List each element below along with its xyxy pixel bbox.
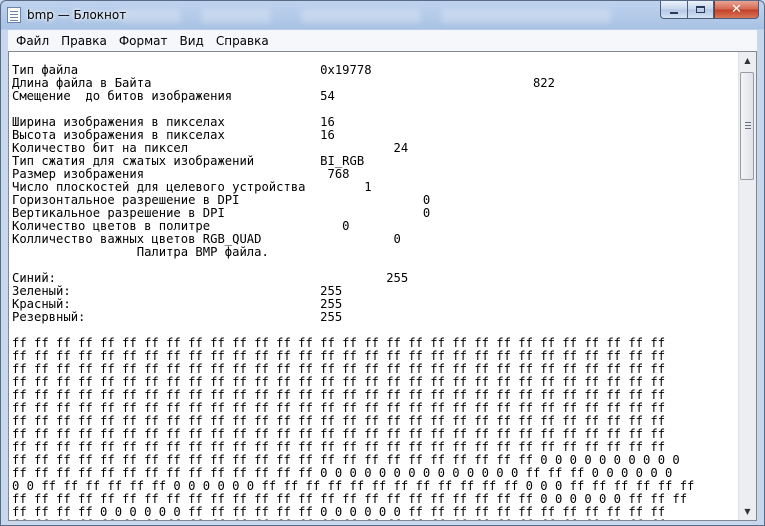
text-editor[interactable]: Тип файла 0x19778 Длина файла в Байта 822… [8, 51, 757, 521]
notepad-window: bmp — Блокнот ✕ Файл Правка Формат Вид С… [0, 0, 765, 526]
menu-format[interactable]: Формат [113, 34, 174, 48]
window-title: bmp — Блокнот [27, 8, 127, 22]
background-blur [301, 9, 421, 23]
close-button[interactable]: ✕ [714, 1, 759, 19]
caption-buttons: ✕ [660, 1, 759, 20]
menu-file[interactable]: Файл [8, 34, 55, 48]
scroll-down-button[interactable]: ▼ [739, 503, 756, 520]
menu-edit[interactable]: Правка [55, 34, 113, 48]
scroll-thumb[interactable] [740, 72, 754, 180]
maximize-button[interactable] [687, 1, 714, 19]
minimize-icon [670, 11, 678, 14]
document-text[interactable]: Тип файла 0x19778 Длина файла в Байта 822… [12, 64, 736, 520]
close-icon: ✕ [731, 2, 742, 17]
text-line: Палитра BMP файла. [12, 245, 269, 259]
menu-view[interactable]: Вид [174, 34, 210, 48]
text-line: ff ff ff ff ff ff ff ff ff ff ff ff ff f… [12, 519, 736, 521]
background-blur [121, 9, 181, 23]
vertical-scrollbar[interactable]: ▲ ▼ [738, 52, 756, 520]
text-line: Резервный: 255 [12, 310, 343, 324]
background-blur [441, 9, 611, 23]
menu-bar: Файл Правка Формат Вид Справка [8, 30, 757, 52]
grip-icon [745, 122, 751, 123]
notepad-app-icon[interactable] [7, 7, 21, 23]
scroll-up-button[interactable]: ▲ [739, 52, 756, 69]
menu-help[interactable]: Справка [210, 34, 275, 48]
title-bar[interactable]: bmp — Блокнот ✕ [1, 1, 764, 30]
minimize-button[interactable] [660, 1, 687, 19]
arrow-up-icon: ▲ [744, 56, 751, 65]
arrow-down-icon: ▼ [744, 507, 751, 516]
text-line: Смещение до битов изображения 54 [12, 89, 335, 103]
maximize-icon [696, 6, 705, 13]
background-blur [201, 9, 271, 23]
